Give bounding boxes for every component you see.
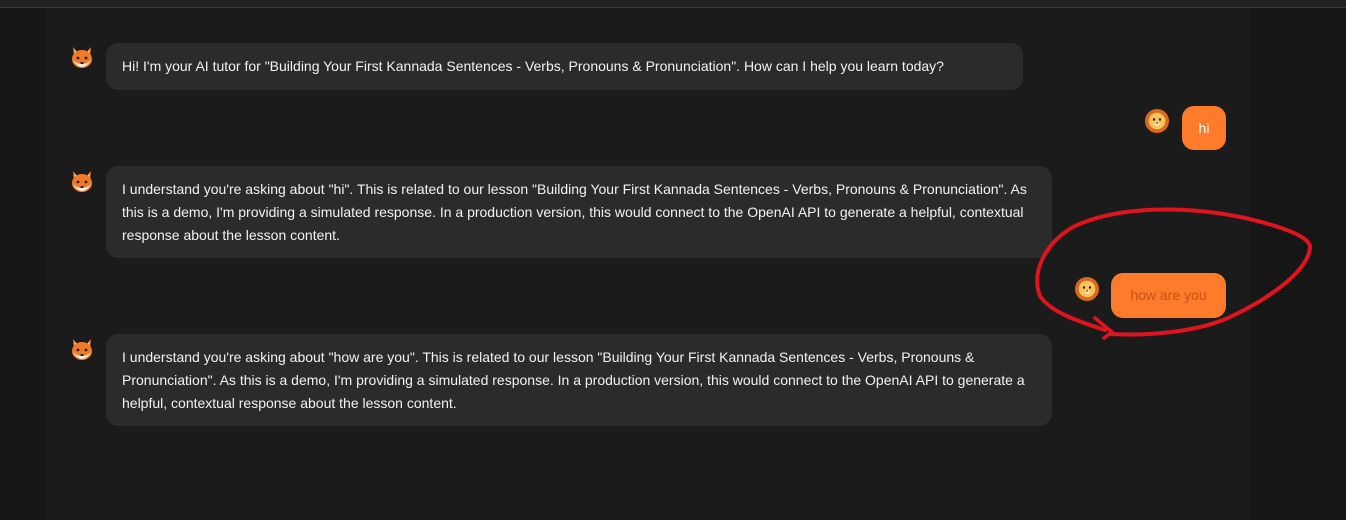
assistant-bubble: I understand you're asking about "how ar… <box>106 334 1052 426</box>
fox-icon <box>72 47 92 68</box>
user-bubble: hi <box>1182 106 1226 150</box>
assistant-bubble: I understand you're asking about "hi". T… <box>106 166 1052 258</box>
lion-icon <box>1145 109 1169 133</box>
fox-icon <box>72 339 92 360</box>
assistant-bubble: Hi! I'm your AI tutor for "Building Your… <box>106 43 1023 90</box>
fox-icon <box>72 171 92 192</box>
top-bar <box>0 0 1346 8</box>
user-bubble: how are you <box>1111 273 1226 318</box>
lion-icon <box>1075 277 1099 301</box>
